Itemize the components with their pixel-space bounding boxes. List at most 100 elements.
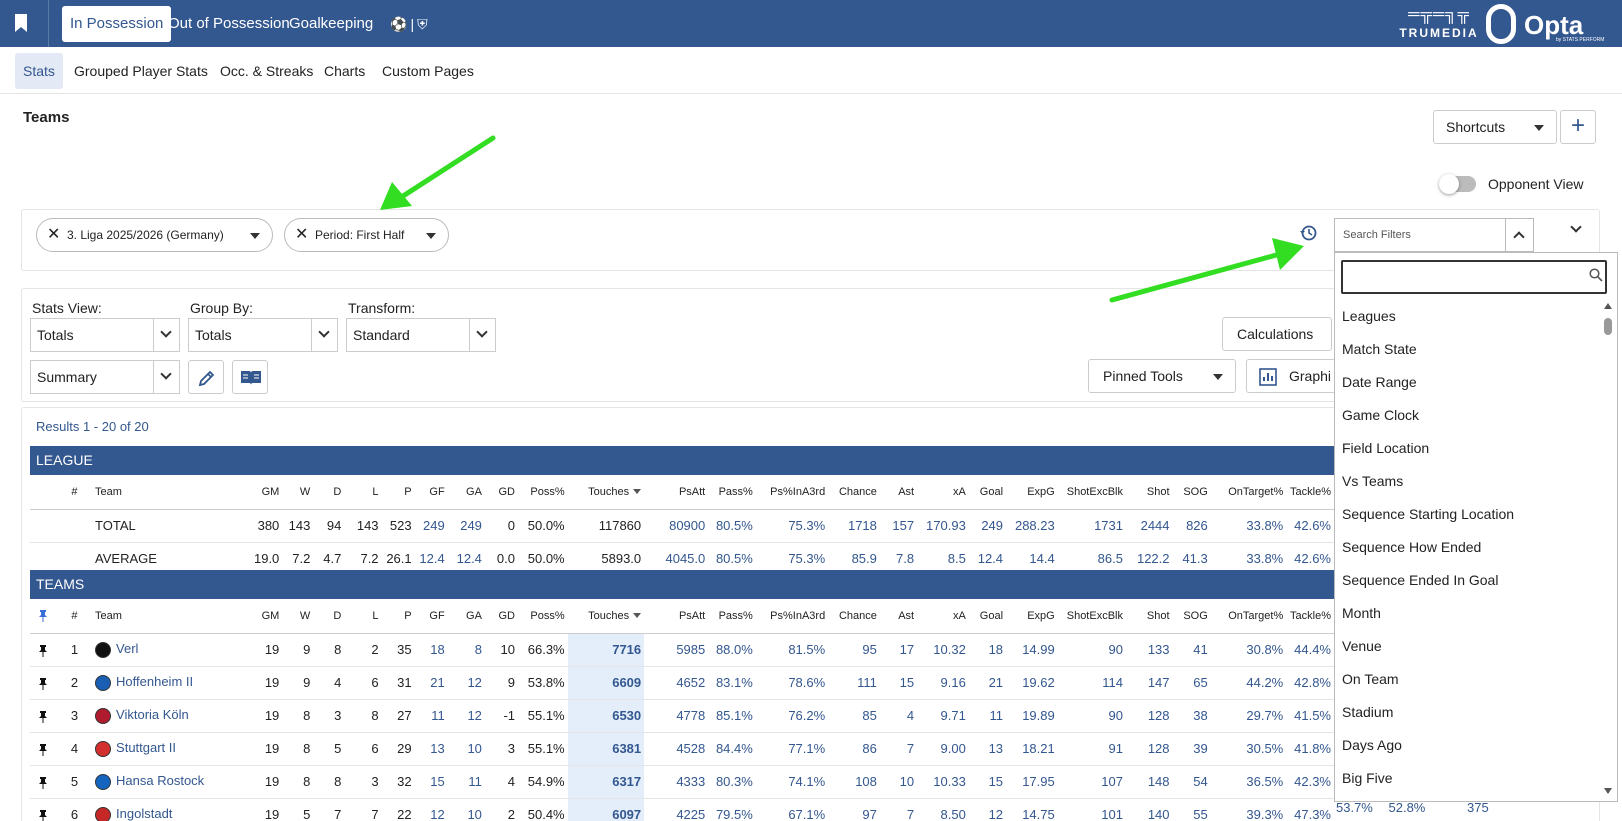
scroll-down-arrow-icon[interactable] xyxy=(1604,788,1612,794)
filter-search-input[interactable] xyxy=(1341,260,1607,294)
column-header-shotexcblk[interactable]: ShotExcBlk xyxy=(1057,599,1126,634)
column-header-shot[interactable]: Shot xyxy=(1125,475,1173,510)
remove-filter-icon[interactable]: ✕ xyxy=(295,219,308,251)
column-header-w[interactable]: W xyxy=(282,599,314,634)
column-header-pass-[interactable]: Pass% xyxy=(708,475,756,510)
opponent-view-toggle[interactable] xyxy=(1439,174,1476,194)
column-header-shotexcblk[interactable]: ShotExcBlk xyxy=(1057,475,1126,510)
column-header-d[interactable]: D xyxy=(313,599,345,634)
cell-team[interactable]: Stuttgart II xyxy=(92,732,248,766)
group-by-select[interactable]: Totals xyxy=(188,318,338,352)
filter-option-leagues[interactable]: Leagues xyxy=(1342,308,1396,324)
filter-option-sequence-ended-in-goal[interactable]: Sequence Ended In Goal xyxy=(1342,572,1498,588)
column-header-expg[interactable]: ExpG xyxy=(1006,475,1058,510)
shortcuts-dropdown[interactable]: Shortcuts xyxy=(1433,110,1557,144)
column-header-psatt[interactable]: PsAtt xyxy=(644,599,709,634)
pinned-tools-dropdown[interactable]: Pinned Tools xyxy=(1088,359,1236,393)
filter-option-sequence-starting-location[interactable]: Sequence Starting Location xyxy=(1342,506,1514,522)
filter-option-month[interactable]: Month xyxy=(1342,605,1381,621)
filter-option-stadium[interactable]: Stadium xyxy=(1342,704,1393,720)
cell-team[interactable]: Ingolstadt xyxy=(92,798,248,821)
tab-custom-pages[interactable]: Custom Pages xyxy=(374,53,482,89)
pin-cell[interactable] xyxy=(30,666,57,700)
pin-all-icon[interactable] xyxy=(38,609,48,622)
column-header-poss-[interactable]: Poss% xyxy=(518,475,568,510)
column-header-touches[interactable]: Touches xyxy=(567,475,645,510)
filter-option-big-five[interactable]: Big Five xyxy=(1342,770,1393,786)
column-header-chance[interactable]: Chance xyxy=(828,599,880,634)
collapse-filters-button[interactable] xyxy=(1506,218,1534,252)
dropdown-scrollbar[interactable] xyxy=(1603,300,1613,796)
edit-button[interactable] xyxy=(188,360,224,394)
column-header-gf[interactable]: GF xyxy=(414,475,448,510)
pin-icon[interactable] xyxy=(38,776,48,789)
add-shortcut-button[interactable]: + xyxy=(1560,110,1596,144)
column-header-gd[interactable]: GD xyxy=(484,475,518,510)
cell-team[interactable]: Hansa Rostock xyxy=(92,765,248,799)
calculations-button[interactable]: Calculations xyxy=(1222,317,1332,351)
column-header-expg[interactable]: ExpG xyxy=(1006,599,1058,634)
pin-cell[interactable] xyxy=(30,765,57,799)
column-header-ps-ina3rd[interactable]: Ps%InA3rd xyxy=(755,475,829,510)
pin-icon[interactable] xyxy=(38,809,48,821)
cell-team[interactable]: Hoffenheim II xyxy=(92,666,248,700)
glossary-button[interactable] xyxy=(232,360,268,394)
filter-option-sequence-how-ended[interactable]: Sequence How Ended xyxy=(1342,539,1481,555)
pin-icon[interactable] xyxy=(38,644,48,657)
tab-in-possession[interactable]: In Possession xyxy=(62,6,172,42)
column-header--[interactable]: # xyxy=(56,475,93,510)
pin-icon[interactable] xyxy=(38,677,48,690)
column-header-sog[interactable]: SOG xyxy=(1172,599,1211,634)
column-header-ast[interactable]: Ast xyxy=(879,599,918,634)
filter-option-field-location[interactable]: Field Location xyxy=(1342,440,1429,456)
cell-team[interactable]: Verl xyxy=(92,633,248,667)
sport-switch-icons[interactable]: ⚽ | ⛨ xyxy=(390,16,428,33)
column-header-touches[interactable]: Touches xyxy=(567,599,645,634)
column-header-p[interactable]: P xyxy=(381,475,415,510)
column-header-ontarget-[interactable]: OnTarget% xyxy=(1210,475,1287,510)
column-header-gd[interactable]: GD xyxy=(484,599,518,634)
transform-select[interactable]: Standard xyxy=(346,318,496,352)
column-header-w[interactable]: W xyxy=(282,475,314,510)
column-header-chance[interactable]: Chance xyxy=(828,475,880,510)
pin-column-header[interactable] xyxy=(30,599,57,634)
column-header-ga[interactable]: GA xyxy=(447,475,485,510)
filter-option-match-state[interactable]: Match State xyxy=(1342,341,1417,357)
tab-charts[interactable]: Charts xyxy=(316,53,373,89)
tab-grouped-player-stats[interactable]: Grouped Player Stats xyxy=(66,53,216,89)
column-header-gm[interactable]: GM xyxy=(247,475,283,510)
tab-stats[interactable]: Stats xyxy=(15,53,63,89)
expand-filterbar-button[interactable] xyxy=(1566,220,1586,240)
pin-cell[interactable] xyxy=(30,633,57,667)
graphics-button[interactable]: Graphi xyxy=(1246,359,1336,393)
column-header-xa[interactable]: xA xyxy=(917,599,969,634)
column-header-ps-ina3rd[interactable]: Ps%InA3rd xyxy=(755,599,829,634)
column-header-gm[interactable]: GM xyxy=(247,599,283,634)
remove-filter-icon[interactable]: ✕ xyxy=(47,219,60,251)
cell-team[interactable]: Viktoria Köln xyxy=(92,699,248,733)
column-header-gf[interactable]: GF xyxy=(414,599,448,634)
scroll-up-arrow-icon[interactable] xyxy=(1604,303,1612,309)
pin-cell[interactable] xyxy=(30,798,57,821)
tab-goalkeeping[interactable]: Goalkeeping xyxy=(281,6,381,42)
filter-option-on-team[interactable]: On Team xyxy=(1342,671,1399,687)
pin-cell[interactable] xyxy=(30,699,57,733)
bookmark-icon[interactable] xyxy=(14,14,28,32)
column-header-goal[interactable]: Goal xyxy=(968,475,1007,510)
filter-option-venue[interactable]: Venue xyxy=(1342,638,1382,654)
column-header-psatt[interactable]: PsAtt xyxy=(644,475,709,510)
pin-icon[interactable] xyxy=(38,743,48,756)
filter-option-days-ago[interactable]: Days Ago xyxy=(1342,737,1402,753)
search-filters-select[interactable]: Search Filters xyxy=(1334,218,1506,252)
filter-chip-period[interactable]: ✕ Period: First Half xyxy=(284,218,449,252)
summary-select[interactable]: Summary xyxy=(30,360,180,394)
filter-option-game-clock[interactable]: Game Clock xyxy=(1342,407,1419,423)
column-header-pass-[interactable]: Pass% xyxy=(708,599,756,634)
column-header-sog[interactable]: SOG xyxy=(1172,475,1211,510)
stats-view-select[interactable]: Totals xyxy=(30,318,180,352)
column-header-ast[interactable]: Ast xyxy=(879,475,918,510)
scrollbar-thumb[interactable] xyxy=(1604,318,1612,335)
column-header-l[interactable]: L xyxy=(344,475,382,510)
column-header-d[interactable]: D xyxy=(313,475,345,510)
pin-icon[interactable] xyxy=(38,710,48,723)
